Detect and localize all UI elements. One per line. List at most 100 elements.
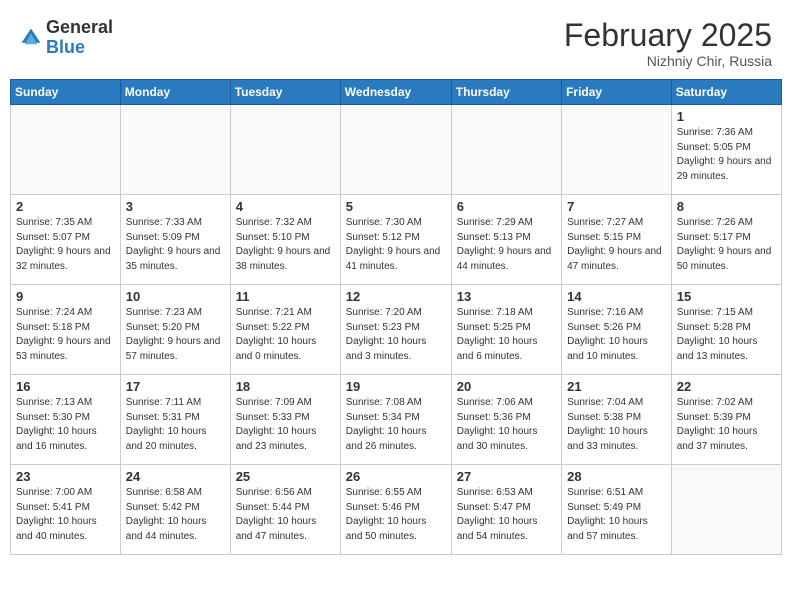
calendar-cell: 11Sunrise: 7:21 AM Sunset: 5:22 PM Dayli… <box>230 285 340 375</box>
day-number: 22 <box>677 379 776 394</box>
title-block: February 2025 Nizhniy Chir, Russia <box>564 18 772 69</box>
day-number: 6 <box>457 199 556 214</box>
day-number: 5 <box>346 199 446 214</box>
day-info: Sunrise: 7:06 AM Sunset: 5:36 PM Dayligh… <box>457 396 556 454</box>
calendar-cell: 24Sunrise: 6:58 AM Sunset: 5:42 PM Dayli… <box>120 465 230 555</box>
weekday-header-saturday: Saturday <box>671 80 781 105</box>
weekday-header-wednesday: Wednesday <box>340 80 451 105</box>
day-number: 1 <box>677 109 776 124</box>
calendar-week-3: 9 Sunrise: 7:24 AM Sunset: 5:18 PM Daylig… <box>11 285 782 375</box>
calendar-table: SundayMondayTuesdayWednesdayThursdayFrid… <box>10 79 782 555</box>
day-number: 17 <box>126 379 225 394</box>
calendar-cell: 13 Sunrise: 7:18 AM Sunset: 5:25 PM Dayli… <box>451 285 561 375</box>
day-info: Sunrise: 7:36 AM Sunset: 5:05 PM Dayligh… <box>677 126 776 184</box>
weekday-header-row: SundayMondayTuesdayWednesdayThursdayFrid… <box>11 80 782 105</box>
calendar-cell: 14Sunrise: 7:16 AM Sunset: 5:26 PM Dayli… <box>562 285 672 375</box>
calendar-cell <box>562 105 672 195</box>
day-number: 23 <box>16 469 115 484</box>
day-info: Sunrise: 7:35 AM Sunset: 5:07 PM Dayligh… <box>16 216 115 274</box>
weekday-header-monday: Monday <box>120 80 230 105</box>
day-number: 18 <box>236 379 335 394</box>
weekday-header-tuesday: Tuesday <box>230 80 340 105</box>
day-number: 9 <box>16 289 115 304</box>
day-info: Sunrise: 7:09 AM Sunset: 5:33 PM Dayligh… <box>236 396 335 454</box>
day-number: 4 <box>236 199 335 214</box>
logo-icon <box>20 27 42 49</box>
calendar-cell: 28 Sunrise: 6:51 AM Sunset: 5:49 PM Dayli… <box>562 465 672 555</box>
day-number: 21 <box>567 379 666 394</box>
day-info: Sunrise: 7:04 AM Sunset: 5:38 PM Dayligh… <box>567 396 666 454</box>
day-info: Sunrise: 7:33 AM Sunset: 5:09 PM Dayligh… <box>126 216 225 274</box>
logo: General Blue <box>20 18 113 58</box>
calendar-cell <box>11 105 121 195</box>
day-info: Sunrise: 7:29 AM Sunset: 5:13 PM Dayligh… <box>457 216 556 274</box>
calendar-cell: 26 Sunrise: 6:55 AM Sunset: 5:46 PM Dayli… <box>340 465 451 555</box>
day-info: Sunrise: 6:56 AM Sunset: 5:44 PM Dayligh… <box>236 486 335 544</box>
calendar-cell <box>120 105 230 195</box>
calendar-cell <box>230 105 340 195</box>
day-info: Sunrise: 7:21 AM Sunset: 5:22 PM Dayligh… <box>236 306 335 364</box>
calendar-cell: 18 Sunrise: 7:09 AM Sunset: 5:33 PM Dayli… <box>230 375 340 465</box>
calendar-cell: 10 Sunrise: 7:23 AM Sunset: 5:20 PM Dayli… <box>120 285 230 375</box>
calendar-body: 1 Sunrise: 7:36 AM Sunset: 5:05 PM Daylig… <box>11 105 782 555</box>
calendar-cell: 5 Sunrise: 7:30 AM Sunset: 5:12 PM Daylig… <box>340 195 451 285</box>
day-number: 16 <box>16 379 115 394</box>
day-number: 8 <box>677 199 776 214</box>
calendar-cell <box>671 465 781 555</box>
day-number: 13 <box>457 289 556 304</box>
calendar-cell: 19 Sunrise: 7:08 AM Sunset: 5:34 PM Dayli… <box>340 375 451 465</box>
logo-general-text: General <box>46 17 113 37</box>
calendar-week-1: 1 Sunrise: 7:36 AM Sunset: 5:05 PM Daylig… <box>11 105 782 195</box>
day-info: Sunrise: 7:15 AM Sunset: 5:28 PM Dayligh… <box>677 306 776 364</box>
day-info: Sunrise: 7:26 AM Sunset: 5:17 PM Dayligh… <box>677 216 776 274</box>
weekday-header-sunday: Sunday <box>11 80 121 105</box>
calendar-cell: 22 Sunrise: 7:02 AM Sunset: 5:39 PM Dayli… <box>671 375 781 465</box>
calendar-cell: 9 Sunrise: 7:24 AM Sunset: 5:18 PM Daylig… <box>11 285 121 375</box>
calendar-cell <box>340 105 451 195</box>
calendar-cell: 3 Sunrise: 7:33 AM Sunset: 5:09 PM Daylig… <box>120 195 230 285</box>
day-info: Sunrise: 7:24 AM Sunset: 5:18 PM Dayligh… <box>16 306 115 364</box>
calendar-cell <box>451 105 561 195</box>
day-number: 2 <box>16 199 115 214</box>
calendar-cell: 15 Sunrise: 7:15 AM Sunset: 5:28 PM Dayli… <box>671 285 781 375</box>
day-info: Sunrise: 7:11 AM Sunset: 5:31 PM Dayligh… <box>126 396 225 454</box>
location-subtitle: Nizhniy Chir, Russia <box>564 53 772 69</box>
day-number: 19 <box>346 379 446 394</box>
calendar-cell: 25 Sunrise: 6:56 AM Sunset: 5:44 PM Dayli… <box>230 465 340 555</box>
calendar-week-2: 2 Sunrise: 7:35 AM Sunset: 5:07 PM Daylig… <box>11 195 782 285</box>
day-info: Sunrise: 7:30 AM Sunset: 5:12 PM Dayligh… <box>346 216 446 274</box>
day-info: Sunrise: 7:02 AM Sunset: 5:39 PM Dayligh… <box>677 396 776 454</box>
day-number: 7 <box>567 199 666 214</box>
weekday-header-friday: Friday <box>562 80 672 105</box>
day-number: 25 <box>236 469 335 484</box>
day-info: Sunrise: 6:53 AM Sunset: 5:47 PM Dayligh… <box>457 486 556 544</box>
calendar-week-4: 16 Sunrise: 7:13 AM Sunset: 5:30 PM Dayli… <box>11 375 782 465</box>
calendar-cell: 2 Sunrise: 7:35 AM Sunset: 5:07 PM Daylig… <box>11 195 121 285</box>
day-number: 28 <box>567 469 666 484</box>
day-info: Sunrise: 7:08 AM Sunset: 5:34 PM Dayligh… <box>346 396 446 454</box>
day-info: Sunrise: 7:20 AM Sunset: 5:23 PM Dayligh… <box>346 306 446 364</box>
day-info: Sunrise: 6:55 AM Sunset: 5:46 PM Dayligh… <box>346 486 446 544</box>
calendar-cell: 8 Sunrise: 7:26 AM Sunset: 5:17 PM Daylig… <box>671 195 781 285</box>
day-number: 26 <box>346 469 446 484</box>
day-number: 10 <box>126 289 225 304</box>
day-info: Sunrise: 7:00 AM Sunset: 5:41 PM Dayligh… <box>16 486 115 544</box>
calendar-cell: 16 Sunrise: 7:13 AM Sunset: 5:30 PM Dayli… <box>11 375 121 465</box>
day-info: Sunrise: 7:23 AM Sunset: 5:20 PM Dayligh… <box>126 306 225 364</box>
day-number: 15 <box>677 289 776 304</box>
page-header: General Blue February 2025 Nizhniy Chir,… <box>10 10 782 75</box>
day-number: 27 <box>457 469 556 484</box>
calendar-cell: 23 Sunrise: 7:00 AM Sunset: 5:41 PM Dayli… <box>11 465 121 555</box>
weekday-header-thursday: Thursday <box>451 80 561 105</box>
day-info: Sunrise: 6:51 AM Sunset: 5:49 PM Dayligh… <box>567 486 666 544</box>
day-number: 3 <box>126 199 225 214</box>
month-title: February 2025 <box>564 18 772 53</box>
day-info: Sunrise: 7:16 AM Sunset: 5:26 PM Dayligh… <box>567 306 666 364</box>
calendar-cell: 20Sunrise: 7:06 AM Sunset: 5:36 PM Dayli… <box>451 375 561 465</box>
day-number: 24 <box>126 469 225 484</box>
day-info: Sunrise: 7:18 AM Sunset: 5:25 PM Dayligh… <box>457 306 556 364</box>
calendar-cell: 12Sunrise: 7:20 AM Sunset: 5:23 PM Dayli… <box>340 285 451 375</box>
calendar-cell: 27 Sunrise: 6:53 AM Sunset: 5:47 PM Dayli… <box>451 465 561 555</box>
calendar-cell: 21 Sunrise: 7:04 AM Sunset: 5:38 PM Dayli… <box>562 375 672 465</box>
day-info: Sunrise: 7:13 AM Sunset: 5:30 PM Dayligh… <box>16 396 115 454</box>
